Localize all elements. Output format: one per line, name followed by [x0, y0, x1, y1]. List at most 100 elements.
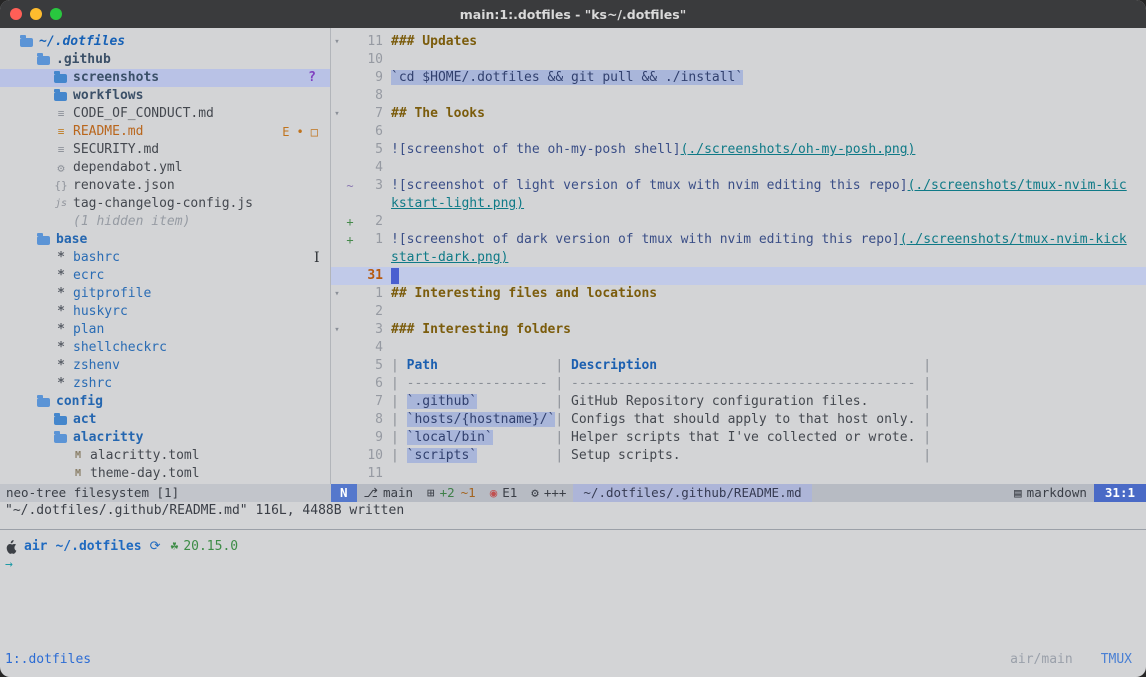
- editor-line[interactable]: 9| `local/bin` | Helper scripts that I'v…: [331, 429, 1146, 447]
- tree-item-1-hidden-item[interactable]: (1 hidden item): [0, 213, 330, 231]
- editor-line[interactable]: start-dark.png): [331, 249, 1146, 267]
- tree-item-zshenv[interactable]: *zshenv: [0, 357, 330, 375]
- tree-item-bashrc[interactable]: *bashrc: [0, 249, 330, 267]
- minimize-button[interactable]: [30, 8, 42, 20]
- image-link-url[interactable]: (./screenshots/tmux-nvim-kick: [900, 232, 1127, 247]
- editor-line[interactable]: 9`cd $HOME/.dotfiles && git pull && ./in…: [331, 69, 1146, 87]
- tree-item-act[interactable]: act: [0, 411, 330, 429]
- tree-item-dotfiles[interactable]: ~/.dotfiles: [0, 33, 330, 51]
- image-link-url[interactable]: (./screenshots/oh-my-posh.png): [681, 142, 916, 157]
- editor-line[interactable]: 4: [331, 339, 1146, 357]
- editor-line[interactable]: ▾3### Interesting folders: [331, 321, 1146, 339]
- tree-item-code-of-conduct-md[interactable]: ≡CODE_OF_CONDUCT.md: [0, 105, 330, 123]
- image-link-url[interactable]: kstart-light.png): [391, 196, 524, 211]
- line-text: | `scripts` | Setup scripts. |: [391, 447, 931, 465]
- editor-line[interactable]: ~3![screenshot of light version of tmux …: [331, 177, 1146, 195]
- tree-item-ecrc[interactable]: *ecrc: [0, 267, 330, 285]
- shell-input-line[interactable]: →: [5, 556, 1146, 574]
- tree-item-zshrc[interactable]: *zshrc: [0, 375, 330, 393]
- editor-line[interactable]: +2: [331, 213, 1146, 231]
- editor-line[interactable]: 5![screenshot of the oh-my-posh shell](.…: [331, 141, 1146, 159]
- tmux-window-label[interactable]: 1:.dotfiles: [5, 651, 91, 669]
- tree-item-huskyrc[interactable]: *huskyrc: [0, 303, 330, 321]
- editor-line[interactable]: 8: [331, 87, 1146, 105]
- tree-item-tag-changelog-config-js[interactable]: jstag-changelog-config.js: [0, 195, 330, 213]
- titlebar[interactable]: main:1:.dotfiles - "ks~/.dotfiles": [0, 0, 1146, 28]
- image-link-url[interactable]: (./screenshots/tmux-nvim-kic: [908, 178, 1127, 193]
- command-line-message: "~/.dotfiles/.github/README.md" 116L, 44…: [0, 502, 1146, 520]
- git-status-icon: ⟳: [150, 538, 161, 556]
- tree-item-shellcheckrc[interactable]: *shellcheckrc: [0, 339, 330, 357]
- table-pipe: |: [548, 448, 571, 463]
- plugin-status: +++: [544, 484, 567, 502]
- asterisk-icon: *: [54, 267, 68, 285]
- fold-indicator[interactable]: ▾: [331, 285, 343, 303]
- tree-item-config[interactable]: config: [0, 393, 330, 411]
- editor-line[interactable]: 5| Path | Description |: [331, 357, 1146, 375]
- fold-indicator[interactable]: ▾: [331, 105, 343, 123]
- editor-buffer[interactable]: ▾ 11 ### Updates 109`cd $HOME/.dotfiles && …: [331, 28, 1146, 484]
- toml-icon: M: [71, 447, 85, 465]
- git-branch-name: main: [383, 484, 413, 502]
- editor-line[interactable]: 10| `scripts` | Setup scripts. |: [331, 447, 1146, 465]
- editor-line[interactable]: ▾7## The looks: [331, 105, 1146, 123]
- editor-line[interactable]: kstart-light.png): [331, 195, 1146, 213]
- tree-item-alacritty[interactable]: alacritty: [0, 429, 330, 447]
- statusline-filepath[interactable]: ~/.dotfiles/.github/README.md: [573, 484, 811, 502]
- tree-item-github[interactable]: .github: [0, 51, 330, 69]
- line-number: 3: [357, 177, 383, 195]
- editor-line[interactable]: 10: [331, 51, 1146, 69]
- tree-item-label: tag-changelog-config.js: [73, 195, 253, 213]
- tree-item-dependabot-yml[interactable]: ⚙dependabot.yml: [0, 159, 330, 177]
- editor-line[interactable]: 6| ------------------ | ----------------…: [331, 375, 1146, 393]
- tree-item-workflows[interactable]: workflows: [0, 87, 330, 105]
- vim-mode-indicator: N: [331, 484, 357, 502]
- close-button[interactable]: [10, 8, 22, 20]
- tree-item-label: act: [73, 411, 96, 429]
- line-number: 11: [357, 33, 383, 51]
- image-link-text: ![screenshot of dark version of tmux wit…: [391, 232, 900, 247]
- asterisk-icon: *: [54, 249, 68, 267]
- editor-line[interactable]: 31: [331, 267, 1146, 285]
- table-pipe: |: [391, 394, 407, 409]
- tree-item-renovate-json[interactable]: {}renovate.json: [0, 177, 330, 195]
- editor-line[interactable]: +1![screenshot of dark version of tmux w…: [331, 231, 1146, 249]
- tree-item-screenshots[interactable]: screenshots?: [0, 69, 330, 87]
- tmux-pane-divider[interactable]: [0, 520, 1146, 538]
- table-text: Helper scripts that I've collected or wr…: [571, 430, 915, 445]
- line-number: 8: [357, 87, 383, 105]
- md-heading: ### Updates: [391, 34, 477, 49]
- line-number: 6: [357, 375, 383, 393]
- window-title: main:1:.dotfiles - "ks~/.dotfiles": [0, 7, 1146, 22]
- editor-line[interactable]: 8| `hosts/{hostname}/`| Configs that sho…: [331, 411, 1146, 429]
- editor-line[interactable]: 11: [331, 465, 1146, 483]
- editor-line[interactable]: 7| `.github` | GitHub Repository configu…: [331, 393, 1146, 411]
- tree-item-readme-md[interactable]: ≡README.mdE•□: [0, 123, 330, 141]
- tree-item-label: zshenv: [73, 357, 120, 375]
- tree-item-label: ~/.dotfiles: [39, 33, 125, 51]
- editor-line[interactable]: ▾ 11 ### Updates: [331, 33, 1146, 51]
- git-sign: +: [343, 213, 357, 231]
- tree-item-alacritty-toml[interactable]: Malacritty.toml: [0, 447, 330, 465]
- editor-line[interactable]: 6: [331, 123, 1146, 141]
- fullscreen-button[interactable]: [50, 8, 62, 20]
- tree-item-base[interactable]: base: [0, 231, 330, 249]
- tree-item-gitprofile[interactable]: *gitprofile: [0, 285, 330, 303]
- editor-line[interactable]: 2: [331, 303, 1146, 321]
- editor-line[interactable]: 4: [331, 159, 1146, 177]
- shell-pane[interactable]: air ~/.dotfiles ⟳ ☘20.15.0 →: [0, 538, 1146, 574]
- editor-line[interactable]: ▾1## Interesting files and locations: [331, 285, 1146, 303]
- fold-indicator[interactable]: ▾: [331, 33, 343, 51]
- tree-item-plan[interactable]: *plan: [0, 321, 330, 339]
- status-badge: •: [297, 123, 304, 141]
- tmux-statusbar: 1:.dotfiles air/mainTMUX: [0, 651, 1146, 669]
- line-number: 2: [357, 303, 383, 321]
- neotree-panel[interactable]: ~/.dotfiles.githubscreenshots?workflows≡…: [0, 28, 331, 484]
- table-pipe: |: [915, 394, 931, 409]
- inline-code: `cd $HOME/.dotfiles && git pull && ./ins…: [391, 70, 743, 85]
- tree-item-security-md[interactable]: ≡SECURITY.md: [0, 141, 330, 159]
- image-link-url[interactable]: start-dark.png): [391, 250, 508, 265]
- tree-item-theme-day-toml[interactable]: Mtheme-day.toml: [0, 465, 330, 483]
- fold-indicator[interactable]: ▾: [331, 321, 343, 339]
- asterisk-icon: *: [54, 321, 68, 339]
